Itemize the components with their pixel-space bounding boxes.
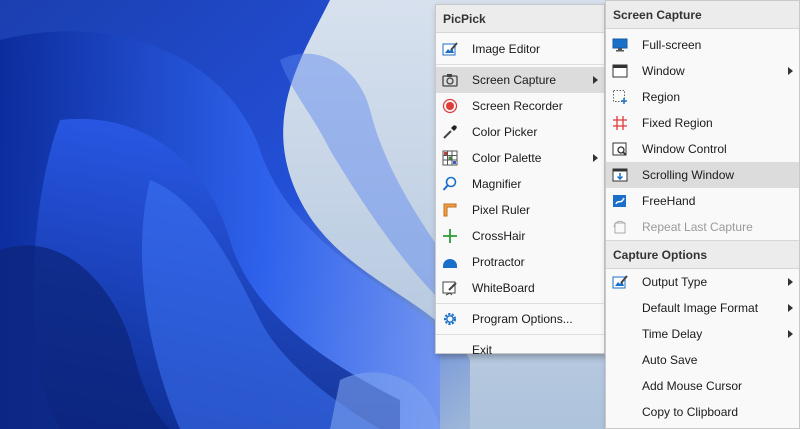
submenu-arrow-icon [788, 67, 793, 75]
submenu-arrow-icon [788, 330, 793, 338]
menu-item-label: Screen Capture [472, 73, 557, 87]
menu-item-protractor[interactable]: Protractor [436, 249, 604, 275]
submenu-item-window[interactable]: Window [606, 58, 799, 84]
menu-item-label: Auto Save [642, 353, 698, 367]
main-menu-title: PicPick [436, 5, 604, 33]
menu-item-label: Screen Recorder [472, 99, 563, 113]
submenu-item-scrolling-window[interactable]: Scrolling Window [606, 162, 799, 188]
menu-item-label: Protractor [472, 255, 525, 269]
menu-item-label: Color Palette [472, 151, 542, 165]
menu-item-label: Default Image Format [642, 301, 759, 315]
submenu-item-repeat-last-capture: Repeat Last Capture [606, 214, 799, 240]
submenu-arrow-icon [593, 154, 598, 162]
output-type-icon [612, 274, 628, 290]
menu-item-whiteboard[interactable]: WhiteBoard [436, 275, 604, 301]
submenu-arrow-icon [788, 278, 793, 286]
menu-item-exit[interactable]: Exit [436, 337, 604, 363]
menu-item-label: Image Editor [472, 42, 541, 56]
menu-item-label: FreeHand [642, 194, 696, 208]
menu-separator [436, 303, 604, 304]
menu-item-label: Window Control [642, 142, 727, 156]
palette-grid-icon [442, 150, 458, 166]
menu-item-label: Add Mouse Cursor [642, 379, 743, 393]
menu-item-label: CrossHair [472, 229, 526, 243]
menu-item-label: Window [642, 64, 685, 78]
menu-item-magnifier[interactable]: Magnifier [436, 171, 604, 197]
menu-item-screen-capture[interactable]: Screen Capture [436, 67, 604, 93]
window-icon [612, 63, 628, 79]
submenu-item-fixed-region[interactable]: Fixed Region [606, 110, 799, 136]
menu-item-label: Time Delay [642, 327, 703, 341]
submenu-item-time-delay[interactable]: Time Delay [606, 321, 799, 347]
magnifier-icon [442, 176, 458, 192]
menu-item-label: Copy to Clipboard [642, 405, 739, 419]
menu-item-label: Scrolling Window [642, 168, 735, 182]
menu-item-color-picker[interactable]: Color Picker [436, 119, 604, 145]
menu-item-label: Exit [472, 343, 493, 357]
menu-item-label: Fixed Region [642, 116, 713, 130]
menu-item-label: Repeat Last Capture [642, 220, 753, 234]
submenu-arrow-icon [788, 304, 793, 312]
menu-item-label: Region [642, 90, 681, 104]
crosshair-icon [442, 228, 458, 244]
menu-item-color-palette[interactable]: Color Palette [436, 145, 604, 171]
submenu-item-region[interactable]: Region [606, 84, 799, 110]
submenu-item-add-mouse-cursor[interactable]: Add Mouse Cursor [606, 373, 799, 399]
submenu-item-auto-save[interactable]: Auto Save [606, 347, 799, 373]
menu-item-program-options[interactable]: Program Options... [436, 306, 604, 332]
menu-item-label: Color Picker [472, 125, 538, 139]
window-control-icon [612, 141, 628, 157]
protractor-icon [442, 254, 458, 270]
freehand-icon [612, 193, 628, 209]
eyedropper-icon [442, 124, 458, 140]
capture-options-header: Capture Options [606, 240, 799, 269]
repeat-capture-icon [612, 219, 628, 235]
record-icon [442, 98, 458, 114]
menu-separator [436, 64, 604, 65]
region-icon [612, 89, 628, 105]
fixed-region-icon [612, 115, 628, 131]
ruler-icon [442, 202, 458, 218]
submenu-title: Screen Capture [606, 1, 799, 29]
picpick-main-menu: PicPick Image Editor Screen Capture Scre… [435, 4, 605, 357]
menu-item-label: Output Type [642, 275, 708, 289]
submenu-item-window-control[interactable]: Window Control [606, 136, 799, 162]
scrolling-window-icon [612, 167, 628, 183]
gear-icon [442, 311, 458, 327]
menu-item-crosshair[interactable]: CrossHair [436, 223, 604, 249]
menu-item-label: Magnifier [472, 177, 522, 191]
menu-item-label: Pixel Ruler [472, 203, 531, 217]
menu-item-pixel-ruler[interactable]: Pixel Ruler [436, 197, 604, 223]
submenu-item-full-screen[interactable]: Full-screen [606, 32, 799, 58]
submenu-arrow-icon [593, 76, 598, 84]
menu-item-screen-recorder[interactable]: Screen Recorder [436, 93, 604, 119]
menu-separator [436, 334, 604, 335]
menu-item-image-editor[interactable]: Image Editor [436, 36, 604, 62]
submenu-item-copy-to-clipboard[interactable]: Copy to Clipboard [606, 399, 799, 425]
menu-item-label: WhiteBoard [472, 281, 535, 295]
submenu-item-freehand[interactable]: FreeHand [606, 188, 799, 214]
menu-item-label: Program Options... [472, 312, 573, 326]
camera-icon [442, 72, 458, 88]
whiteboard-icon [442, 280, 458, 296]
submenu-item-default-image-format[interactable]: Default Image Format [606, 295, 799, 321]
monitor-icon [612, 37, 628, 53]
image-editor-icon [442, 41, 458, 57]
menu-item-label: Full-screen [642, 38, 702, 52]
screen-capture-submenu: Screen Capture Full-screen Window Region… [605, 0, 800, 429]
submenu-item-output-type[interactable]: Output Type [606, 269, 799, 295]
